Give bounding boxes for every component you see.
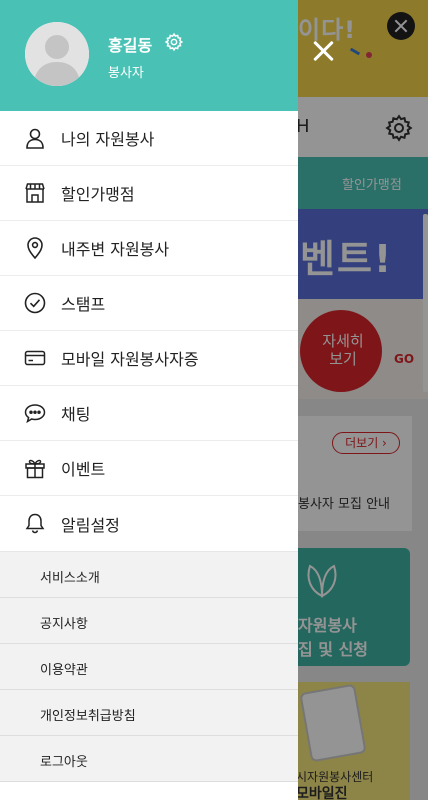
main-menu: 나의 자원봉사 할인가맹점 내주변 자원봉사 스탬프 모바일 자원봉사자증 채팅… [0,111,298,551]
menu-item-chat[interactable]: 채팅 [0,386,298,441]
chat-bubble-icon [24,404,46,424]
menu-item-stamp[interactable]: 스탬프 [0,276,298,331]
menu-item-label: 나의 자원봉사 [61,130,155,149]
submenu-item-label: 개인정보취급방침 [40,709,136,724]
submenu-item-label: 공지사항 [40,617,88,632]
close-drawer-icon[interactable] [308,36,338,66]
menu-item-event[interactable]: 이벤트 [0,441,298,496]
submenu-item-label: 로그아웃 [40,755,88,770]
menu-item-notices[interactable]: 공지사항 [0,598,298,644]
menu-item-label: 스탬프 [61,295,106,314]
gift-icon [25,459,45,479]
person-icon [26,128,44,149]
menu-item-label: 내주변 자원봉사 [61,240,170,259]
navigation-drawer: 홍길동 봉사자 나의 자원봉사 할인가맹점 내주변 자원봉사 스탬프 모바일 자… [0,0,298,800]
bell-icon [25,513,45,534]
menu-item-label: 채팅 [61,405,91,424]
user-name: 홍길동 [108,36,153,55]
menu-item-label: 모바일 자원봉사자증 [61,350,199,369]
location-pin-icon [27,237,43,259]
secondary-menu: 서비스소개 공지사항 이용약관 개인정보취급방침 로그아웃 [0,551,298,782]
menu-item-my-volunteer[interactable]: 나의 자원봉사 [0,111,298,166]
menu-item-service-intro[interactable]: 서비스소개 [0,552,298,598]
check-circle-icon [24,292,46,314]
menu-item-terms[interactable]: 이용약관 [0,644,298,690]
submenu-item-label: 이용약관 [40,663,88,678]
menu-item-label: 할인가맹점 [61,185,135,204]
user-role: 봉사자 [108,66,144,81]
submenu-item-label: 서비스소개 [40,571,100,586]
menu-item-notification-settings[interactable]: 알림설정 [0,496,298,551]
profile-header: 홍길동 봉사자 [0,0,298,111]
store-icon [25,183,45,203]
menu-item-discount-store[interactable]: 할인가맹점 [0,166,298,221]
card-icon [24,350,46,366]
menu-item-logout[interactable]: 로그아웃 [0,736,298,782]
menu-item-label: 이벤트 [61,460,106,479]
avatar-placeholder-icon [25,22,89,86]
menu-item-mobile-id[interactable]: 모바일 자원봉사자증 [0,331,298,386]
profile-settings-icon[interactable] [164,32,184,52]
menu-item-label: 알림설정 [61,515,120,535]
menu-item-privacy-policy[interactable]: 개인정보취급방침 [0,690,298,736]
avatar[interactable] [25,22,89,86]
menu-item-nearby-volunteer[interactable]: 내주변 자원봉사 [0,221,298,276]
